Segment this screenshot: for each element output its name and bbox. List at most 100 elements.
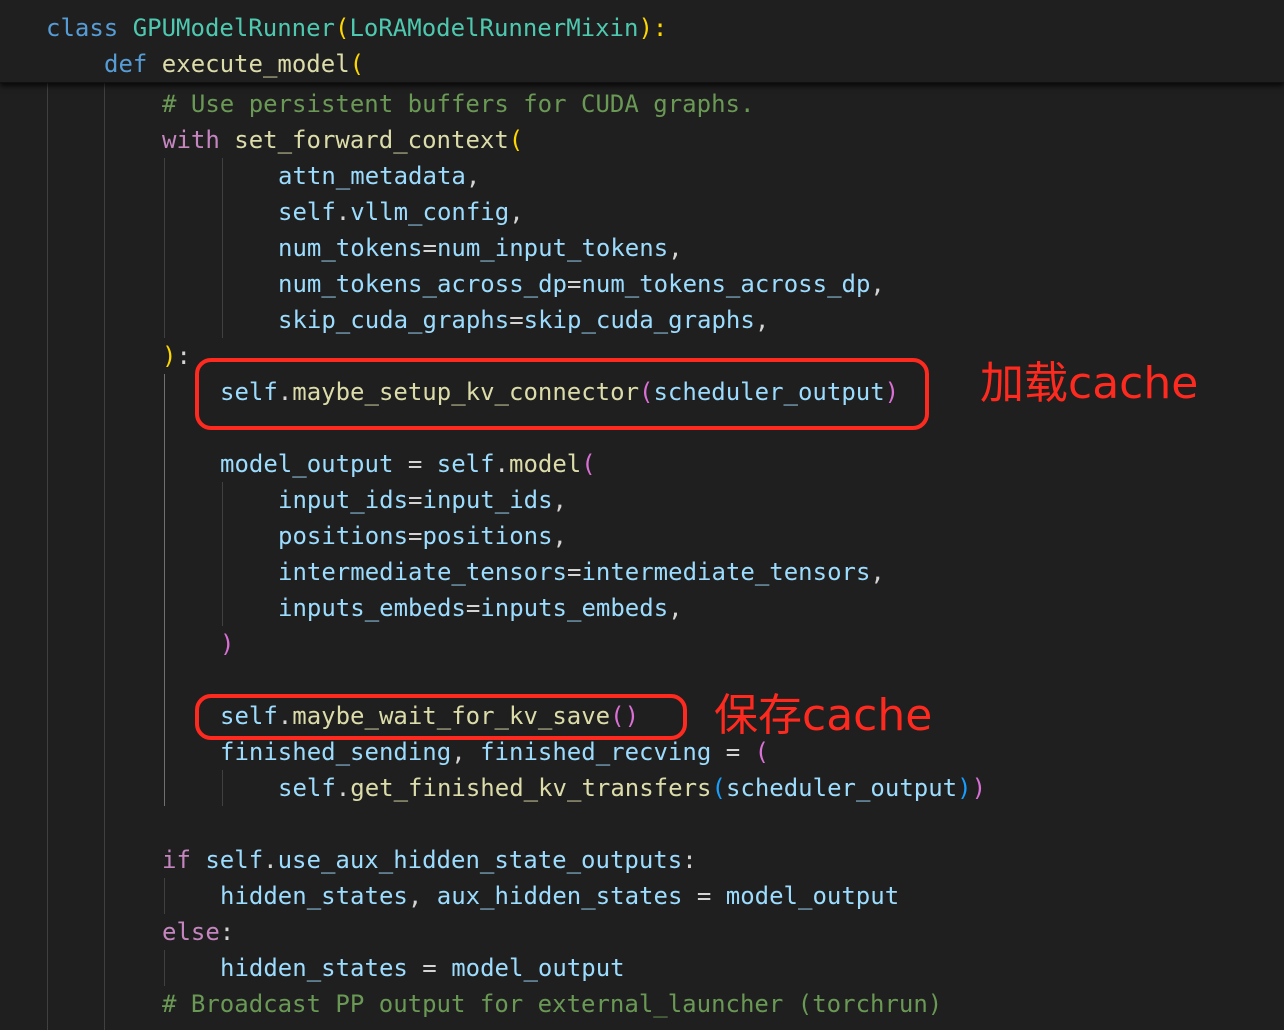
code-line: intermediate_tensors=intermediate_tensor… [278, 554, 885, 590]
code-line: ): [162, 338, 191, 374]
code-token: self [278, 198, 336, 226]
code-token: = [509, 306, 524, 334]
code-line: model_output = self.model( [220, 446, 596, 482]
code-token: , [754, 306, 770, 334]
code-token: LoRAModelRunnerMixin [349, 14, 639, 42]
indent-guide [164, 950, 165, 986]
code-line: hidden_states, aux_hidden_states = model… [220, 878, 899, 914]
code-token: , [465, 162, 481, 190]
code-token: , [451, 738, 481, 766]
highlight-box-load-cache [195, 358, 929, 430]
code-token: num_tokens_across_dp [581, 270, 871, 298]
code-token: input_ids [278, 486, 409, 514]
code-token: , [407, 882, 437, 910]
code-token: ( [508, 126, 524, 154]
code-token: scheduler_output [725, 774, 958, 802]
code-line: input_ids=input_ids, [278, 482, 567, 518]
code-line: # Broadcast PP output for external_launc… [162, 986, 942, 1022]
code-token: = [566, 270, 582, 298]
sticky-scroll-header[interactable]: class GPUModelRunner(LoRAModelRunnerMixi… [0, 0, 1284, 83]
highlight-box-save-cache [195, 694, 687, 740]
code-token: model_output [451, 954, 625, 982]
code-token: . [494, 450, 509, 478]
code-token: model_output [220, 450, 394, 478]
code-token: , [552, 522, 567, 550]
code-token: = [422, 234, 437, 262]
code-token: . [263, 846, 278, 874]
code-token: ( [581, 450, 596, 478]
code-token: inputs_embeds [278, 594, 466, 622]
code-line: else: [162, 914, 234, 950]
indent-guide [222, 770, 223, 806]
code-token: attn_metadata [278, 162, 466, 190]
code-token: ): [638, 14, 668, 42]
code-token: ( [754, 738, 770, 766]
code-token: set_forward_context [234, 126, 509, 154]
code-token: = [408, 522, 423, 550]
code-token: ( [335, 14, 350, 42]
code-token: ) [957, 774, 972, 802]
code-line: inputs_embeds=inputs_embeds, [278, 590, 683, 626]
code-token: = [682, 882, 726, 910]
code-token: model_output [725, 882, 900, 910]
code-token: : [176, 342, 191, 370]
code-editor[interactable]: class GPUModelRunner(LoRAModelRunnerMixi… [0, 0, 1284, 1030]
code-token: = [566, 558, 582, 586]
code-token: ( [349, 50, 365, 78]
indent-guide [222, 482, 223, 626]
code-token: = [393, 450, 437, 478]
code-token: execute_model [161, 50, 350, 78]
code-token: hidden_states [220, 882, 408, 910]
code-token: = [408, 486, 423, 514]
code-line: with set_forward_context( [162, 122, 523, 158]
code-token: finished_sending [220, 738, 452, 766]
code-token: , [552, 486, 567, 514]
sticky-line: def execute_model( [104, 46, 364, 82]
code-token: if [162, 846, 206, 874]
code-line: if self.use_aux_hidden_state_outputs: [162, 842, 697, 878]
code-line: # Use persistent buffers for CUDA graphs… [162, 86, 754, 122]
code-token: self [436, 450, 495, 478]
code-token: ( [711, 774, 726, 802]
code-token: . [335, 774, 351, 802]
code-token: # Use persistent buffers for CUDA graphs… [162, 90, 755, 118]
code-token: self [278, 774, 336, 802]
code-token: model [509, 450, 582, 478]
code-token: : [219, 918, 235, 946]
code-token: positions [278, 522, 409, 550]
sticky-line: class GPUModelRunner(LoRAModelRunnerMixi… [46, 10, 667, 46]
code-token: input_ids [422, 486, 553, 514]
code-line: self.vllm_config, [278, 194, 524, 230]
code-line: self.get_finished_kv_transfers(scheduler… [278, 770, 986, 806]
indent-guide [222, 158, 223, 338]
code-token: def [104, 50, 162, 78]
code-token: num_tokens [278, 234, 423, 262]
code-token: , [870, 558, 885, 586]
code-token: aux_hidden_states [436, 882, 683, 910]
code-token: , [668, 234, 683, 262]
code-line: skip_cuda_graphs=skip_cuda_graphs, [278, 302, 769, 338]
code-line: num_tokens=num_input_tokens, [278, 230, 683, 266]
code-token: class [46, 14, 133, 42]
indent-guide [47, 82, 48, 1030]
code-token: ) [220, 630, 235, 658]
code-token: skip_cuda_graphs [278, 306, 510, 334]
code-token: positions [422, 522, 553, 550]
code-line: attn_metadata, [278, 158, 480, 194]
code-token: = [465, 594, 481, 622]
code-line: hidden_states = model_output [220, 950, 625, 986]
code-line: ) [220, 626, 234, 662]
code-token: with [162, 126, 235, 154]
code-token: ) [162, 342, 177, 370]
code-line: num_tokens_across_dp=num_tokens_across_d… [278, 266, 885, 302]
indent-guide [104, 82, 105, 1030]
code-token: num_input_tokens [436, 234, 669, 262]
code-token: # Broadcast PP output for external_launc… [162, 990, 943, 1018]
code-token: GPUModelRunner [132, 14, 335, 42]
code-token: get_finished_kv_transfers [350, 774, 712, 802]
code-token: intermediate_tensors [581, 558, 871, 586]
code-token: , [870, 270, 885, 298]
code-token: finished_recving [480, 738, 712, 766]
code-token: inputs_embeds [480, 594, 669, 622]
indent-guide [164, 374, 165, 806]
